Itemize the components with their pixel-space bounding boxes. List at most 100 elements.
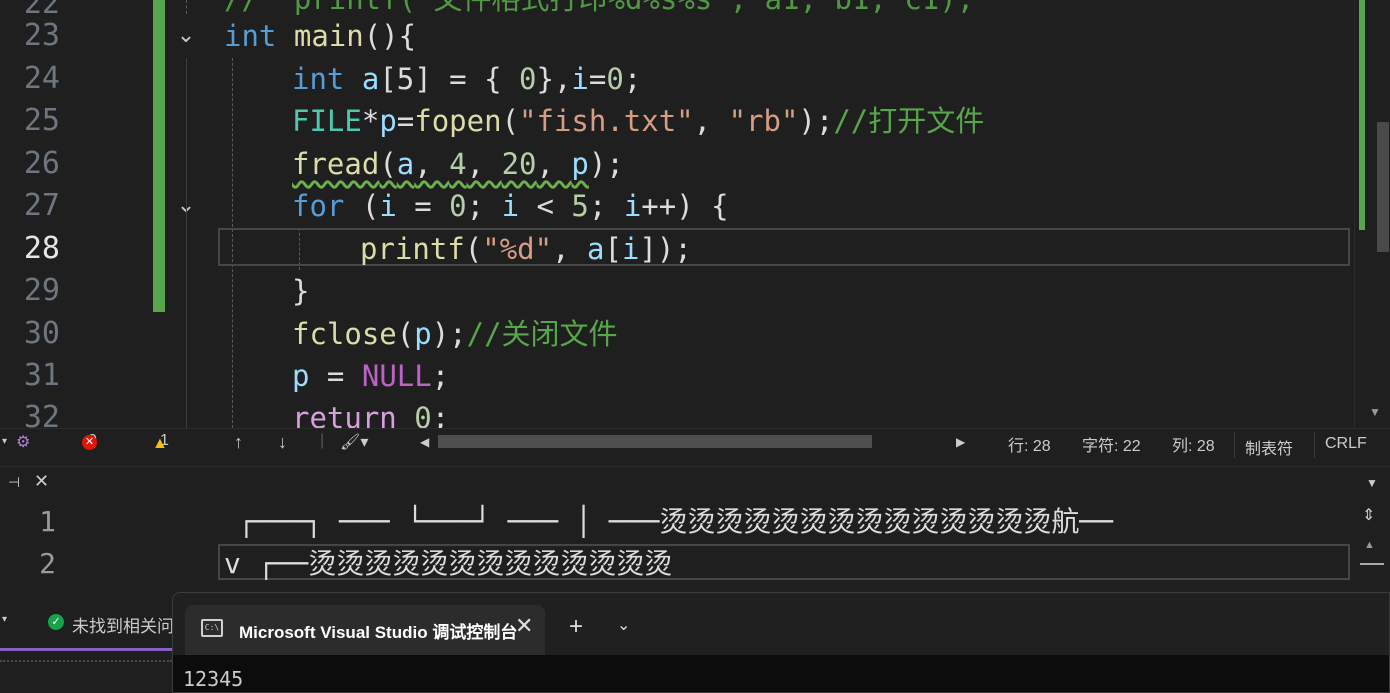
code-editor[interactable]: 22 23 24 25 26 27 28 29 30 31 32 ⌄ ⌄ // … xyxy=(0,0,1390,428)
output-line-2: v ┌──烫烫烫烫烫烫烫烫烫烫烫烫烫 xyxy=(224,547,673,580)
code-text: ( xyxy=(501,104,520,138)
split-icon[interactable]: ⇕ xyxy=(1362,505,1375,525)
keyword: return xyxy=(292,401,397,428)
line-number: 24 xyxy=(23,61,60,96)
line-ending-button[interactable]: CRLF xyxy=(1314,432,1377,458)
warning-squiggle[interactable]: fread(a, 4, 20, p xyxy=(292,147,589,181)
tabs-mode-button[interactable]: 制表符 xyxy=(1234,432,1303,458)
change-map-marker xyxy=(1359,0,1365,230)
close-tab-icon[interactable]: ✕ xyxy=(515,613,533,639)
pin-icon[interactable]: ⊣ xyxy=(8,474,20,491)
change-indicator-bar xyxy=(153,0,165,312)
zoom-dropdown-icon[interactable]: ▾ xyxy=(2,436,7,447)
code-text: ( xyxy=(396,317,415,351)
check-circle-icon: ✓ xyxy=(48,614,64,630)
terminal-output-text: 12345 xyxy=(183,667,244,691)
code-text: = xyxy=(309,359,362,393)
code-line-25: FILE*p=fopen("fish.txt", "rb");//打开文件 xyxy=(292,100,984,142)
close-icon[interactable]: ✕ xyxy=(34,471,49,492)
output-line-number: 2 xyxy=(39,547,56,580)
bottom-left-status-area: ▾ ✓ 未找到相关问题 xyxy=(0,606,191,693)
function-name: printf xyxy=(360,232,465,266)
splitter-grip[interactable] xyxy=(0,660,172,666)
output-line-1: ┌───┐ ─── └───┘ ─── │ ───烫烫烫烫烫烫烫烫烫烫烫烫烫烫航… xyxy=(238,505,1114,538)
code-line-26: fread(a, 4, 20, p); xyxy=(292,143,624,185)
macro: NULL xyxy=(361,359,432,393)
output-text-pane[interactable]: 1 2 ┌───┐ ─── └───┘ ─── │ ───烫烫烫烫烫烫烫烫烫烫烫… xyxy=(0,497,1390,592)
code-text: ); xyxy=(588,147,624,181)
keyword: for xyxy=(292,189,345,223)
code-text: ; xyxy=(431,359,450,393)
number: 0 xyxy=(449,189,467,223)
line-indicator[interactable]: 行: 28 xyxy=(1008,432,1051,456)
editor-vertical-scrollbar[interactable]: ▼ xyxy=(1354,0,1390,428)
comment: //打开文件 xyxy=(833,104,985,138)
function-name: fclose xyxy=(292,317,397,351)
code-text: ; xyxy=(466,189,502,223)
code-text: ( xyxy=(344,189,380,223)
code-text: , xyxy=(414,147,450,181)
editor-status-bar: ▾ ⚙ ✕ 0 ▲ 1 ↑ ↓ | 🖌▾ ◀ ▶ 行: 28 字符: 22 列:… xyxy=(0,428,1390,458)
code-text: ( xyxy=(464,232,483,266)
code-text: }, xyxy=(536,62,572,96)
code-text: ; xyxy=(431,401,450,428)
code-text: = xyxy=(588,62,607,96)
previous-issue-arrow-icon[interactable]: ↑ xyxy=(234,432,243,453)
terminal-tab[interactable]: C:\ Microsoft Visual Studio 调试控制台 ✕ xyxy=(185,605,545,655)
code-line-28: printf("%d", a[i]); xyxy=(360,228,692,270)
code-cleanup-brush-icon[interactable]: 🖌▾ xyxy=(340,432,368,452)
warning-count-indicator[interactable]: ▲ 1 xyxy=(152,432,169,452)
tab-dropdown-chevron-icon[interactable]: ⌄ xyxy=(617,615,630,635)
keyword: int xyxy=(224,19,277,53)
comment: //关闭文件 xyxy=(466,317,618,351)
line-number: 32 xyxy=(23,400,60,428)
number: 20 xyxy=(501,147,537,181)
pane-menu-dropdown-icon[interactable]: ▼ xyxy=(1366,476,1378,490)
output-line-number: 1 xyxy=(39,505,56,538)
terminal-tab-strip: C:\ Microsoft Visual Studio 调试控制台 ✕ + ⌄ xyxy=(173,593,1389,655)
line-number: 26 xyxy=(23,146,60,181)
variable: i xyxy=(501,189,520,223)
variable: p xyxy=(292,359,310,393)
fold-toggle-icon[interactable]: ⌄ xyxy=(172,15,200,57)
scroll-up-arrow-icon[interactable]: ▲ xyxy=(1364,539,1375,551)
scroll-down-arrow-icon[interactable]: ▼ xyxy=(1369,405,1381,419)
terminal-tab-title: Microsoft Visual Studio 调试控制台 xyxy=(239,623,518,642)
indent-guide xyxy=(186,58,187,428)
function-name: fopen xyxy=(414,104,502,138)
code-text: , xyxy=(552,232,587,266)
string-literal: "fish.txt" xyxy=(519,104,694,138)
scrollbar-thumb[interactable] xyxy=(1377,122,1389,252)
output-vertical-scrollbar[interactable]: ⇕ ▲ xyxy=(1354,497,1390,592)
terminal-output-area[interactable]: 12345 xyxy=(173,655,1389,692)
horizontal-scrollbar-thumb[interactable] xyxy=(438,435,872,448)
copilot-icon[interactable]: ⚙ xyxy=(16,432,30,452)
code-text: = xyxy=(396,104,415,138)
number: 5 xyxy=(571,189,589,223)
line-number-current: 28 xyxy=(23,231,60,266)
output-pane-header: ⊣ ✕ ▼ xyxy=(0,466,1390,496)
function-name: fread xyxy=(292,147,380,181)
scroll-right-arrow-icon[interactable]: ▶ xyxy=(956,435,965,449)
char-indicator[interactable]: 字符: 22 xyxy=(1082,432,1141,456)
line-number: 31 xyxy=(23,358,60,393)
next-issue-arrow-icon[interactable]: ↓ xyxy=(278,432,287,453)
column-indicator[interactable]: 列: 28 xyxy=(1172,432,1215,456)
scroll-left-arrow-icon[interactable]: ◀ xyxy=(420,435,429,449)
variable: p xyxy=(379,104,397,138)
code-text: ); xyxy=(431,317,467,351)
code-text: ]); xyxy=(639,232,692,266)
number: 0 xyxy=(414,401,432,428)
line-number: 30 xyxy=(23,316,60,351)
error-count-indicator[interactable]: ✕ 0 xyxy=(82,432,97,450)
variable: i xyxy=(623,189,642,223)
debug-console-window[interactable]: C:\ Microsoft Visual Studio 调试控制台 ✕ + ⌄ … xyxy=(172,592,1390,693)
console-icon: C:\ xyxy=(201,619,223,637)
line-number: 25 xyxy=(23,103,60,138)
dropdown-arrow-icon[interactable]: ▾ xyxy=(2,614,7,625)
variable: i xyxy=(621,232,640,266)
new-tab-plus-icon[interactable]: + xyxy=(569,613,583,641)
code-text: ); xyxy=(798,104,834,138)
code-text: ; xyxy=(588,189,624,223)
